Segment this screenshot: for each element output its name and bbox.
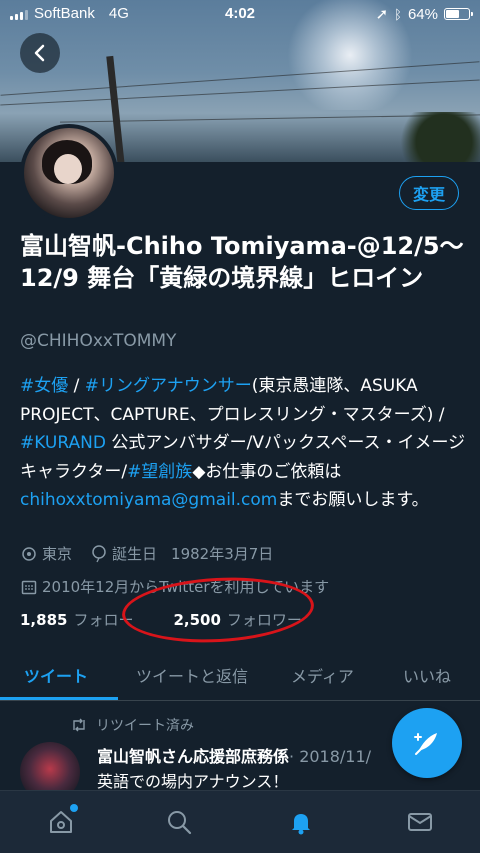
active-tab-indicator	[0, 697, 118, 700]
compose-feather-icon	[414, 733, 437, 755]
search-icon	[168, 811, 192, 835]
bio-text: ◆お仕事のご依頼は	[192, 461, 342, 482]
tweet-author[interactable]: 富山智帆さん応援部庶務係· 2018/11/	[97, 743, 407, 767]
retweet-icon	[73, 718, 85, 732]
bio-text: /	[68, 376, 85, 396]
bottom-navigation	[0, 790, 480, 853]
nav-home[interactable]	[46, 804, 78, 837]
location-arrow-icon: ➚	[375, 6, 389, 23]
status-bar: SoftBank 4G 4:02 ➚ ᛒ 64%	[0, 0, 480, 28]
tab-tweets-and-replies[interactable]: ツイートと返信	[136, 663, 248, 687]
tweet-author-name: 富山智帆さん応援部庶務係	[97, 747, 290, 766]
balloon-icon	[90, 544, 108, 563]
birthday-label: 誕生日	[112, 545, 158, 563]
location-text: 東京	[42, 545, 73, 563]
nav-messages[interactable]	[405, 807, 435, 837]
profile-tabs: ツイート ツイートと返信 メディア いいね	[0, 650, 480, 701]
following-stat[interactable]: 1,885 フォロー	[20, 609, 133, 630]
back-button[interactable]	[20, 33, 60, 73]
retweet-label: リツイート済み	[96, 718, 194, 734]
calendar-icon	[20, 578, 38, 596]
edit-profile-button[interactable]: 変更	[399, 176, 459, 210]
battery-percent: 64%	[407, 5, 438, 23]
home-icon	[50, 811, 72, 833]
birthday-text: 1982年3月7日	[171, 545, 274, 563]
status-right: ➚ ᛒ 64%	[375, 5, 473, 23]
bio-link[interactable]: #リングアナウンサー	[85, 376, 252, 396]
tweet-date: · 2018/11/	[289, 747, 372, 766]
nav-search[interactable]	[164, 807, 194, 837]
bluetooth-icon: ᛒ	[394, 6, 402, 22]
tweet-text: 英語での場内アナウンス！	[97, 772, 289, 791]
bell-icon	[292, 814, 310, 835]
profile-bio: #女優 / #リングアナウンサー(東京愚連隊、ASUKA PROJECT、CAP…	[20, 372, 470, 515]
tab-media[interactable]: メディア	[291, 663, 354, 687]
bio-text: までお願いします。	[277, 490, 429, 510]
location-pin-icon	[20, 545, 38, 563]
tab-tweets[interactable]: ツイート	[24, 663, 88, 687]
profile-meta: 東京 誕生日 1982年3月7日	[20, 543, 273, 564]
retweet-indicator: リツイート済み	[70, 715, 194, 735]
bio-link[interactable]: #望創族	[127, 462, 192, 482]
bio-link[interactable]: chihoxxtomiyama@gmail.com	[20, 490, 277, 510]
chevron-left-icon	[34, 44, 45, 62]
profile-avatar[interactable]	[20, 124, 118, 222]
mail-icon	[408, 813, 432, 831]
tab-likes[interactable]: いいね	[403, 663, 451, 687]
bio-link[interactable]: #KURAND	[20, 433, 106, 453]
bio-link[interactable]: #女優	[20, 376, 68, 396]
battery-icon	[444, 8, 473, 20]
notification-dot	[70, 804, 78, 812]
profile-handle: @CHIHOxxTOMMY	[20, 331, 177, 351]
nav-notifications[interactable]	[286, 807, 316, 837]
profile-name: 富山智帆-Chiho Tomiyama-@12/5〜12/9 舞台「黄緑の境界線…	[20, 232, 464, 292]
compose-tweet-button[interactable]	[392, 708, 462, 778]
